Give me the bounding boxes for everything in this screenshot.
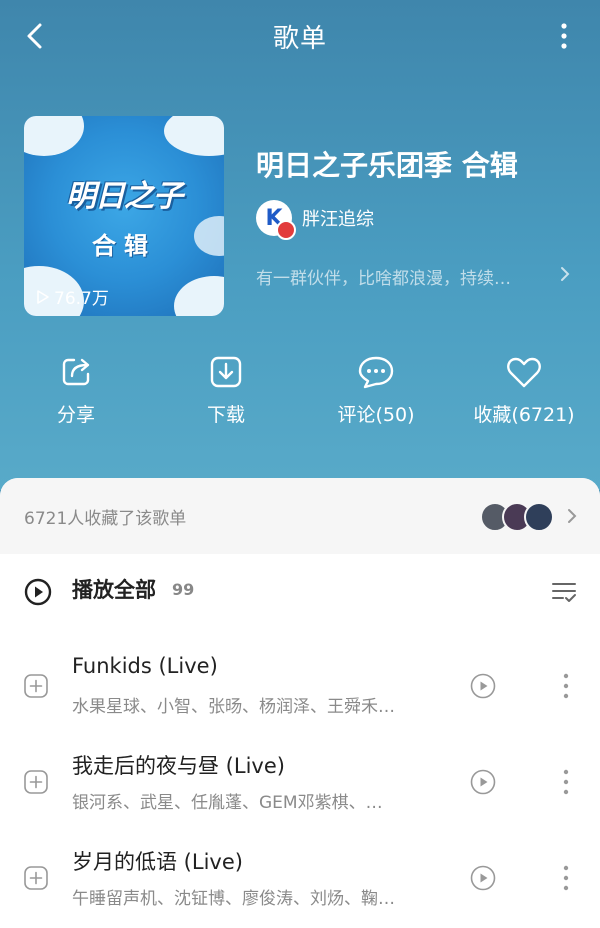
play-all-row[interactable]: 播放全部 99 [0, 568, 600, 620]
collector-avatar [524, 502, 554, 532]
verified-badge-icon [276, 220, 296, 240]
comment-button[interactable]: 评论(50) [306, 354, 446, 427]
cover-cloud [24, 116, 84, 156]
comment-label: 评论(50) [337, 404, 415, 426]
song-title: Funkids (Live) [72, 654, 218, 678]
share-label: 分享 [56, 404, 95, 426]
video-play-icon[interactable] [470, 769, 496, 795]
video-play-icon[interactable] [470, 673, 496, 699]
playlist-header: 歌单 明日之子 合辑 76.7万 明日之子乐团季 合辑 K 胖汪追综 有一群伙伴… [0, 0, 600, 490]
song-artists: 银河系、武星、任胤蓬、GEM邓紫棋、… [72, 793, 383, 813]
creator-name[interactable]: 胖汪追综 [302, 205, 374, 231]
creator-info[interactable]: K 胖汪追综 [256, 200, 374, 240]
play-count-value: 76.7万 [54, 289, 109, 309]
page-title: 歌单 [272, 24, 327, 54]
more-vertical-icon[interactable] [562, 768, 570, 796]
add-icon[interactable] [24, 674, 48, 698]
playlist-cover[interactable]: 明日之子 合辑 76.7万 [24, 116, 224, 316]
collectors-row[interactable]: 6721人收藏了该歌单 [0, 478, 600, 554]
top-bar: 歌单 [0, 0, 600, 72]
song-title: 我走后的夜与昼 (Live) [72, 754, 285, 778]
song-row[interactable]: Funkids (Live) 水果星球、小智、张旸、杨润泽、王舜禾… [0, 642, 600, 732]
download-label: 下载 [206, 404, 245, 426]
cover-cloud [174, 276, 224, 316]
song-title: 岁月的低语 (Live) [72, 850, 243, 874]
add-icon[interactable] [24, 866, 48, 890]
collector-avatars [480, 502, 554, 532]
chevron-right-icon[interactable] [566, 506, 578, 526]
share-icon [62, 358, 90, 386]
download-button[interactable]: 下载 [156, 354, 296, 427]
more-vertical-icon[interactable] [562, 672, 570, 700]
multi-select-icon[interactable] [550, 580, 578, 604]
action-bar: 分享 下载 评论(50) 收藏(6721) [0, 354, 600, 444]
chevron-right-icon[interactable] [558, 264, 572, 284]
song-row[interactable]: 岁月的低语 (Live) 午睡留声机、沈钲博、廖俊涛、刘炀、鞠… [0, 834, 600, 924]
creator-avatar[interactable]: K [256, 200, 296, 240]
more-options-icon[interactable] [556, 20, 572, 52]
more-vertical-icon[interactable] [562, 864, 570, 892]
playlist-name: 明日之子乐团季 合辑 [256, 149, 518, 182]
song-artists: 水果星球、小智、张旸、杨润泽、王舜禾… [72, 697, 395, 717]
heart-icon [507, 357, 541, 388]
cover-cloud [164, 116, 224, 156]
play-outline-icon [37, 289, 49, 304]
song-row[interactable]: 我走后的夜与昼 (Live) 银河系、武星、任胤蓬、GEM邓紫棋、… [0, 738, 600, 828]
cover-logo: 明日之子 [66, 179, 183, 214]
comment-icon [358, 356, 394, 389]
play-count: 76.7万 [36, 284, 109, 309]
song-count: 99 [172, 580, 195, 599]
song-list-panel: 6721人收藏了该歌单 播放全部 99 Funkids (Live) 水果星球、… [0, 478, 600, 928]
download-icon [210, 356, 242, 388]
collectors-text: 6721人收藏了该歌单 [24, 509, 187, 529]
cover-subtitle: 合辑 [92, 232, 156, 260]
favorite-button[interactable]: 收藏(6721) [454, 354, 594, 427]
video-play-icon[interactable] [470, 865, 496, 891]
play-all-label[interactable]: 播放全部 [72, 574, 156, 604]
share-button[interactable]: 分享 [6, 354, 146, 427]
song-artists: 午睡留声机、沈钲博、廖俊涛、刘炀、鞠… [72, 889, 395, 909]
playlist-description[interactable]: 有一群伙伴，比啥都浪漫，持续… [256, 264, 576, 289]
add-icon[interactable] [24, 770, 48, 794]
play-circle-icon[interactable] [24, 578, 52, 606]
favorite-label: 收藏(6721) [473, 404, 575, 426]
